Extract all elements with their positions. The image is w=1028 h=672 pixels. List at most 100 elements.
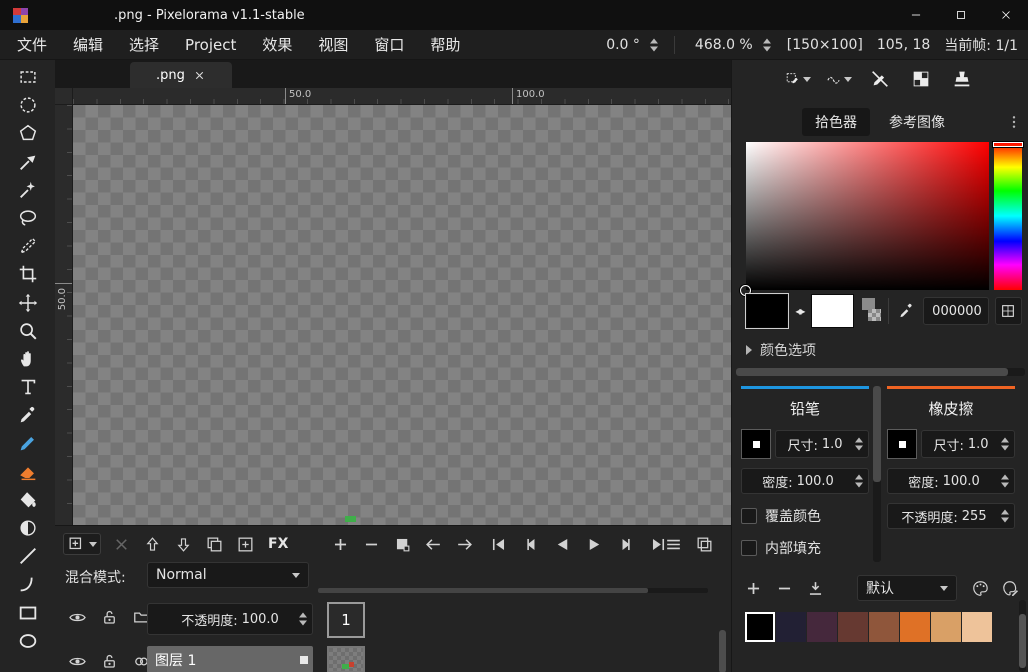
line-tool[interactable]: [15, 543, 41, 569]
tab-color-picker[interactable]: 拾色器: [802, 108, 870, 136]
minimize-button[interactable]: [893, 0, 938, 30]
timeline-horizontal-scrollbar[interactable]: [318, 588, 708, 593]
go-first-frame-button[interactable]: [487, 533, 509, 555]
hue-slider[interactable]: [994, 142, 1022, 290]
menu-item-3[interactable]: 选择: [116, 30, 172, 59]
layer1-visibility-button[interactable]: [65, 649, 89, 672]
color-stack-icon[interactable]: [862, 296, 883, 326]
layer1-lock-button[interactable]: [97, 649, 121, 672]
eyedropper-icon[interactable]: [896, 300, 917, 322]
checkbox-icon[interactable]: [741, 540, 757, 556]
palette-swatch-3[interactable]: [838, 612, 868, 642]
menu-item-2[interactable]: 编辑: [60, 30, 116, 59]
palette-swatch-1[interactable]: [776, 612, 806, 642]
text-tool[interactable]: [15, 374, 41, 400]
panel-menu-icon[interactable]: [1006, 112, 1022, 132]
next-frame-button[interactable]: [615, 533, 637, 555]
tab-reference-images[interactable]: 参考图像: [876, 108, 958, 136]
previous-frame-button[interactable]: [519, 533, 541, 555]
play-forward-button[interactable]: [583, 533, 605, 555]
ellipse-tool[interactable]: [15, 628, 41, 654]
pencil-density-slider[interactable]: 密度:100.0: [741, 468, 869, 494]
move-frame-right-button[interactable]: [453, 533, 475, 555]
cel-thumbnail[interactable]: [327, 646, 365, 672]
eraser-density-slider[interactable]: 密度:100.0: [887, 468, 1015, 494]
canvas[interactable]: [73, 105, 731, 525]
bucket-tool[interactable]: [15, 487, 41, 513]
pixel-perfect-toggle[interactable]: [867, 66, 893, 92]
edit-palette-button[interactable]: [968, 576, 992, 600]
palette-dropdown[interactable]: 默认: [857, 575, 957, 601]
move-layer-down-button[interactable]: [172, 533, 194, 555]
layer-fx-button[interactable]: FX: [265, 533, 291, 555]
rectangle-tool[interactable]: [15, 600, 41, 626]
merge-layer-button[interactable]: [234, 533, 256, 555]
palette-swatch-0[interactable]: [745, 612, 775, 642]
palette-swatch-4[interactable]: [869, 612, 899, 642]
zoom-spinner[interactable]: 468.0 %: [689, 35, 773, 55]
tool-options-scrollbar[interactable]: [873, 386, 881, 562]
checkbox-icon[interactable]: [741, 508, 757, 524]
rectangle-select-tool[interactable]: [15, 64, 41, 90]
pencil-tool[interactable]: [15, 430, 41, 456]
eraser-brush-preview[interactable]: [887, 429, 917, 459]
copy-frame-button[interactable]: [391, 533, 413, 555]
maximize-button[interactable]: [938, 0, 983, 30]
layer-lock-button[interactable]: [97, 605, 121, 629]
spinner-arrows-icon[interactable]: [650, 38, 658, 51]
fill-inside-checkbox[interactable]: 内部填充: [741, 538, 869, 558]
eraser-opacity-slider[interactable]: 不透明度:255: [887, 503, 1015, 529]
menu-item-8[interactable]: 帮助: [417, 30, 473, 59]
frame-1-header[interactable]: 1: [327, 602, 365, 638]
dynamics-button[interactable]: [826, 66, 852, 92]
blend-mode-dropdown[interactable]: Normal: [147, 562, 309, 588]
timeline-settings-button[interactable]: [662, 533, 684, 555]
lasso-tool[interactable]: [15, 205, 41, 231]
select-by-color-tool[interactable]: [15, 149, 41, 175]
add-frame-button[interactable]: [329, 533, 351, 555]
spinner-arrows-icon[interactable]: [763, 38, 771, 51]
remove-frame-button[interactable]: [360, 533, 382, 555]
layer-opacity-slider[interactable]: 不透明度:100.0: [147, 603, 313, 635]
move-layer-up-button[interactable]: [141, 533, 163, 555]
color-options-expander[interactable]: 颜色选项: [746, 340, 816, 360]
tab-close-icon[interactable]: [193, 69, 206, 82]
color-picker-tool[interactable]: [15, 402, 41, 428]
close-button[interactable]: [983, 0, 1028, 30]
primary-color-swatch[interactable]: [746, 294, 788, 328]
pencil-size-slider[interactable]: 尺寸:1.0: [775, 430, 869, 458]
polygon-select-tool[interactable]: [15, 120, 41, 146]
menu-item-4[interactable]: Project: [172, 30, 249, 59]
palette-options-button[interactable]: [998, 576, 1022, 600]
right-panel-horizontal-scrollbar[interactable]: [736, 368, 1025, 376]
screen-color-picker-button[interactable]: [995, 297, 1022, 325]
clone-layer-button[interactable]: [203, 533, 225, 555]
rotation-spinner[interactable]: 0.0 °: [600, 35, 660, 55]
palette-scrollbar[interactable]: [1019, 600, 1026, 672]
menu-item-7[interactable]: 窗口: [361, 30, 417, 59]
layer-visibility-button[interactable]: [65, 605, 89, 629]
crop-tool[interactable]: [15, 261, 41, 287]
onion-skinning-button[interactable]: [693, 533, 715, 555]
menu-item-1[interactable]: 文件: [4, 30, 60, 59]
add-palette-button[interactable]: [742, 577, 764, 599]
move-frame-left-button[interactable]: [422, 533, 444, 555]
tab-png[interactable]: .png: [130, 62, 232, 88]
remove-palette-button[interactable]: [773, 577, 795, 599]
palette-swatch-2[interactable]: [807, 612, 837, 642]
dither-pattern-button[interactable]: [908, 66, 934, 92]
timeline-vertical-scrollbar[interactable]: [719, 630, 726, 672]
palette-swatch-5[interactable]: [900, 612, 930, 642]
zoom-tool[interactable]: [15, 318, 41, 344]
eraser-tool[interactable]: [15, 459, 41, 485]
saturation-value-picker[interactable]: [746, 142, 989, 290]
hex-color-input[interactable]: 000000: [923, 297, 989, 325]
curve-tool[interactable]: [15, 571, 41, 597]
pencil-brush-preview[interactable]: [741, 429, 771, 459]
palette-swatch-7[interactable]: [962, 612, 992, 642]
eraser-size-slider[interactable]: 尺寸:1.0: [921, 430, 1015, 458]
ellipse-select-tool[interactable]: [15, 92, 41, 118]
move-tool[interactable]: [15, 290, 41, 316]
paint-select-tool[interactable]: [15, 233, 41, 259]
layer-name-field[interactable]: 图层 1: [147, 646, 313, 672]
